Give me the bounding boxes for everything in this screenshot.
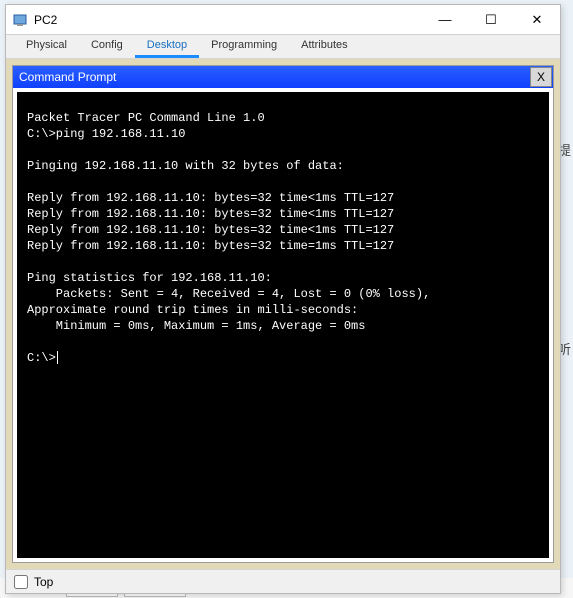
command-prompt-title: Command Prompt: [19, 70, 530, 84]
tab-attributes[interactable]: Attributes: [289, 35, 359, 58]
terminal-output[interactable]: Packet Tracer PC Command Line 1.0 C:\>pi…: [15, 90, 551, 560]
footer-bar: Top: [6, 569, 560, 593]
top-checkbox[interactable]: [14, 575, 28, 589]
close-button[interactable]: ✕: [514, 5, 560, 34]
maximize-button[interactable]: ☐: [468, 5, 514, 34]
tab-bar: Physical Config Desktop Programming Attr…: [6, 35, 560, 59]
titlebar[interactable]: PC2 — ☐ ✕: [6, 5, 560, 35]
command-prompt-close-button[interactable]: X: [530, 67, 552, 87]
desktop-pane: Command Prompt X Packet Tracer PC Comman…: [6, 59, 560, 569]
command-prompt-window: Command Prompt X Packet Tracer PC Comman…: [12, 65, 554, 563]
tab-config[interactable]: Config: [79, 35, 135, 58]
minimize-button[interactable]: —: [422, 5, 468, 34]
tab-physical[interactable]: Physical: [14, 35, 79, 58]
command-prompt-titlebar[interactable]: Command Prompt X: [13, 66, 553, 88]
tab-desktop[interactable]: Desktop: [135, 35, 199, 58]
app-icon: [12, 12, 28, 28]
window-title: PC2: [34, 13, 422, 27]
pc2-window: PC2 — ☐ ✕ Physical Config Desktop Progra…: [5, 4, 561, 594]
tab-programming[interactable]: Programming: [199, 35, 289, 58]
top-label: Top: [34, 575, 53, 589]
